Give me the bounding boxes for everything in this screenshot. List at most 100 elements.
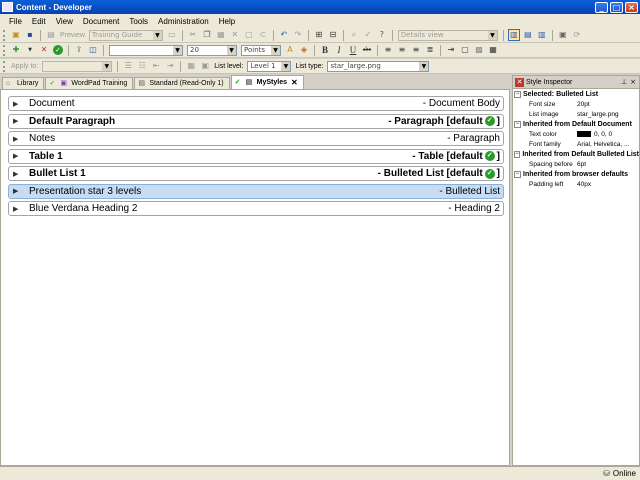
italic-button[interactable]: I — [333, 44, 345, 56]
inspector-section-heading[interactable]: − Selected: Bulleted List — [513, 89, 639, 99]
table-icon[interactable]: ▦ — [487, 44, 499, 56]
list-level-select[interactable]: Level 1 ▼ — [247, 60, 292, 72]
find-icon[interactable]: ⌕ — [348, 29, 360, 41]
tab-standard[interactable]: ▤ Standard (Read-Only 1) — [134, 77, 230, 89]
menu-view[interactable]: View — [51, 17, 78, 26]
duplicate-icon[interactable]: ▢ — [243, 29, 255, 41]
menu-document[interactable]: Document — [78, 17, 124, 26]
help-icon[interactable]: ? — [376, 29, 388, 41]
layout-columns-icon[interactable]: ▥ — [536, 29, 548, 41]
image-icon[interactable]: ▣ — [199, 60, 211, 72]
view-select[interactable]: Details view ▼ — [397, 29, 498, 41]
collapse-icon[interactable]: − — [514, 170, 521, 178]
copy-icon[interactable]: ❐ — [201, 29, 213, 41]
align-left-icon[interactable]: ≡ — [382, 44, 394, 56]
expand-arrow-icon[interactable]: ▶ — [13, 117, 23, 125]
close-tab-icon[interactable]: ✕ — [291, 77, 298, 88]
layout-split-icon[interactable]: ▤ — [522, 29, 534, 41]
apply-check-icon[interactable]: ✓ — [52, 44, 64, 56]
paste-icon[interactable]: ▦ — [215, 29, 227, 41]
style-row[interactable]: ▶ Table 1 - Table [default ✓] — [8, 148, 504, 164]
template-select[interactable]: Training Guide ▼ — [88, 29, 163, 41]
border-icon[interactable]: ▢ — [459, 44, 471, 56]
import-icon[interactable]: ⇪ — [73, 44, 85, 56]
menu-administration[interactable]: Administration — [153, 17, 214, 26]
unit-select[interactable]: Points ▼ — [241, 44, 281, 56]
expand-icon[interactable]: ⊞ — [313, 29, 325, 41]
justify-icon[interactable]: ≣ — [424, 44, 436, 56]
list-type-select[interactable]: star_large.png ▼ — [327, 60, 430, 72]
align-center-icon[interactable]: ≡ — [396, 44, 408, 56]
underline-button[interactable]: U — [347, 44, 359, 56]
bold-button[interactable]: B — [319, 44, 331, 56]
expand-arrow-icon[interactable]: ▶ — [13, 205, 23, 213]
shading-icon[interactable]: ▩ — [473, 44, 485, 56]
indent-icon[interactable]: ⇥ — [445, 44, 457, 56]
table-grid-icon[interactable]: ▦ — [185, 60, 197, 72]
inspector-section-heading[interactable]: − Inherited from Default Bulleted List — [513, 149, 639, 159]
expand-arrow-icon[interactable]: ▶ — [13, 170, 23, 178]
font-size-select[interactable]: 20 ▼ — [187, 44, 237, 56]
toolbar-grip[interactable] — [3, 60, 6, 72]
highlight-icon[interactable]: ◈ — [298, 44, 310, 56]
expand-arrow-icon[interactable]: ▶ — [13, 100, 23, 108]
style-row[interactable]: ▶ Notes - Paragraph — [8, 131, 504, 146]
align-right-icon[interactable]: ≡ — [410, 44, 422, 56]
layout-single-icon[interactable]: ▥ — [507, 29, 520, 41]
collapse-icon[interactable]: − — [514, 150, 521, 158]
preview-button[interactable]: Preview — [60, 32, 85, 39]
menu-file[interactable]: File — [4, 17, 27, 26]
style-row[interactable]: ▶ Default Paragraph - Paragraph [default ✓] — [8, 113, 504, 129]
expand-arrow-icon[interactable]: ▶ — [13, 135, 23, 143]
toolbar-grip[interactable] — [3, 44, 6, 56]
outdent-icon[interactable]: ⇤ — [150, 60, 162, 72]
refresh-icon[interactable]: ⟳ — [571, 29, 583, 41]
style-name-select[interactable]: ▼ — [109, 44, 183, 56]
strikethrough-button[interactable]: abc — [361, 44, 373, 56]
save-icon[interactable]: ▪ — [24, 29, 36, 41]
expand-arrow-icon[interactable]: ▶ — [13, 187, 23, 195]
print-icon[interactable]: ▤ — [45, 29, 57, 41]
undo-icon[interactable]: ↶ — [278, 29, 290, 41]
toolbar-grip[interactable] — [3, 29, 6, 41]
page-icon[interactable]: ▭ — [166, 29, 178, 41]
style-row[interactable]: ▶ Bullet List 1 - Bulleted List [default ✓] — [8, 166, 504, 181]
inspector-close-icon[interactable]: ✕ — [515, 77, 524, 87]
style-row[interactable]: ▶ Blue Verdana Heading 2 - Heading 2 — [8, 201, 504, 216]
style-preview-icon[interactable]: ◫ — [87, 44, 99, 56]
menu-help[interactable]: Help — [214, 17, 240, 26]
tab-mystyles[interactable]: ✓ ▤ MyStyles ✕ — [230, 75, 304, 89]
properties-icon[interactable]: ▣ — [557, 29, 569, 41]
delete-icon[interactable]: ✕ — [229, 29, 241, 41]
open-icon[interactable]: ▣ — [10, 29, 22, 41]
pin-icon[interactable]: ⊥ — [621, 78, 627, 86]
apply-to-select[interactable]: ▼ — [42, 60, 113, 72]
close-icon[interactable]: × — [630, 78, 636, 86]
minimize-button[interactable]: _ — [595, 1, 608, 13]
expand-arrow-icon[interactable]: ▶ — [13, 152, 23, 160]
inspector-section-heading[interactable]: − Inherited from browser defaults — [513, 169, 639, 179]
style-row[interactable]: ▶ Presentation star 3 levels - Bulleted Li… — [8, 183, 504, 199]
collapse-icon[interactable]: − — [514, 90, 521, 98]
tab-wordpad-training[interactable]: ✓ ▣ WordPad Training — [45, 77, 134, 89]
spell-icon[interactable]: ✓ — [362, 29, 374, 41]
list-numbers-icon[interactable]: ☷ — [136, 60, 148, 72]
redo-icon[interactable]: ↷ — [292, 29, 304, 41]
style-row[interactable]: ▶ Document - Document Body — [8, 96, 504, 111]
add-icon[interactable]: ✚ — [10, 44, 22, 56]
list-bullets-icon[interactable]: ☰ — [122, 60, 134, 72]
remove-icon[interactable]: ✕ — [38, 44, 50, 56]
menu-tools[interactable]: Tools — [124, 17, 153, 26]
indent-list-icon[interactable]: ⇥ — [164, 60, 176, 72]
menu-edit[interactable]: Edit — [27, 17, 51, 26]
maximize-button[interactable]: □ — [610, 1, 623, 13]
link-icon[interactable]: ⊂ — [257, 29, 269, 41]
tab-library[interactable]: ⌂ Library — [2, 77, 45, 89]
chevron-down-icon[interactable]: ▼ — [24, 44, 36, 56]
collapse-icon[interactable]: − — [514, 120, 521, 128]
text-color-icon[interactable]: A — [284, 44, 296, 56]
inspector-section-heading[interactable]: − Inherited from Default Document — [513, 119, 639, 129]
collapse-icon[interactable]: ⊟ — [327, 29, 339, 41]
close-window-button[interactable]: × — [625, 1, 638, 13]
cut-icon[interactable]: ✂ — [187, 29, 199, 41]
